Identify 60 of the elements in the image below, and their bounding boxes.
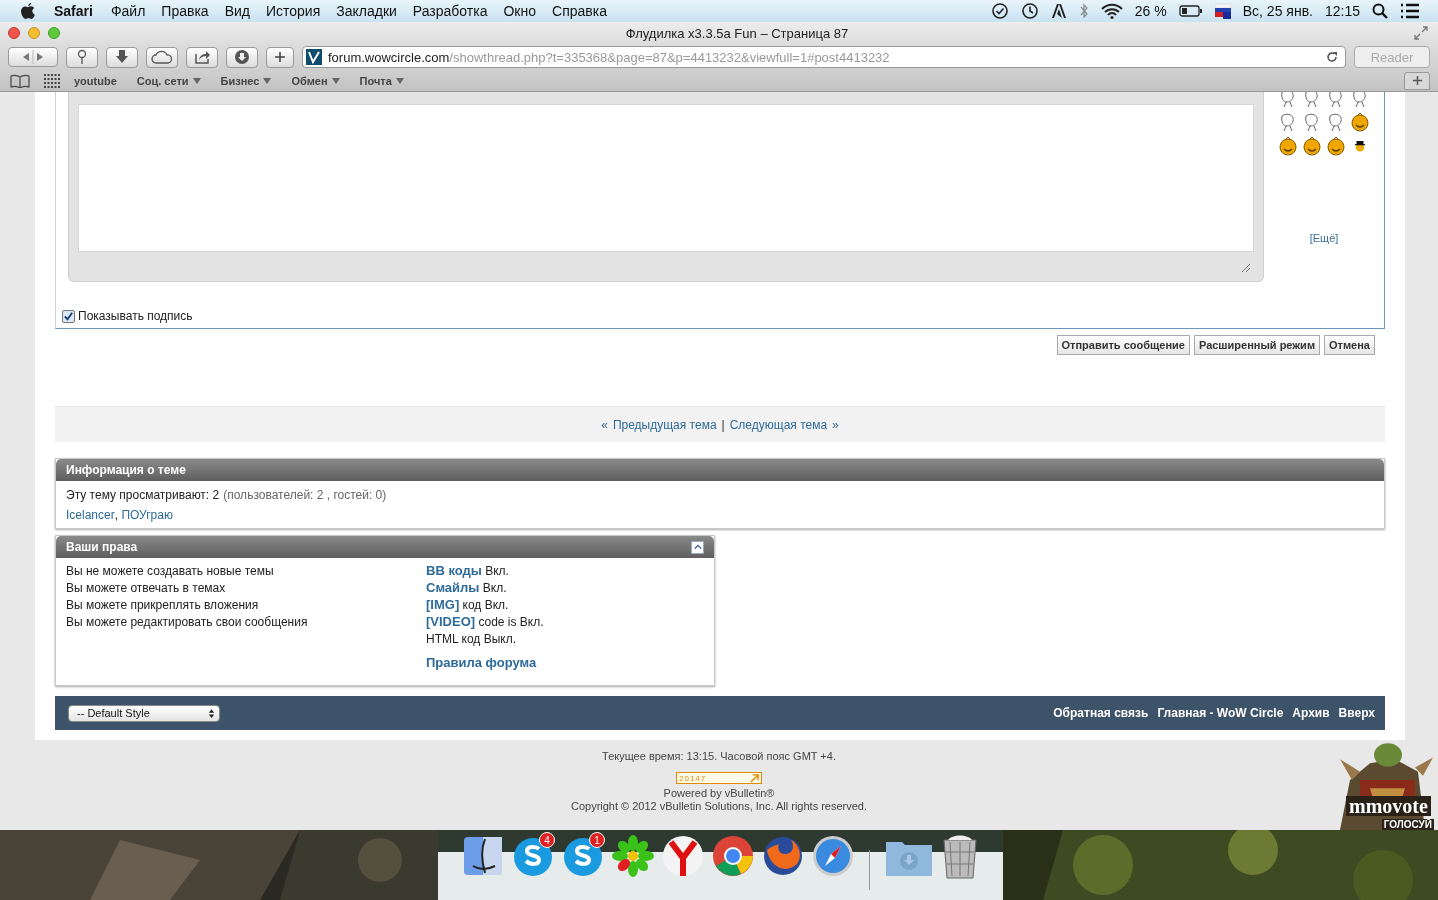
more-link[interactable]: [Ещё] [1309, 232, 1339, 244]
battery-percent: 26 % [1134, 3, 1167, 19]
bbcode-link[interactable]: [VIDEO] [426, 614, 476, 629]
style-select[interactable]: -- Default Style [68, 704, 220, 722]
user-link[interactable]: Icelancer [66, 508, 115, 522]
address-field[interactable]: forum.wowcircle.com/showthread.php?t=335368&page=87&p=4413232&viewfull=1#post4413232 [302, 46, 1346, 68]
form-button[interactable]: Отправить сообщение [1056, 335, 1190, 355]
bookmark-item[interactable]: Обмен [291, 74, 340, 87]
form-button[interactable]: Расширенный режим [1193, 335, 1321, 355]
next-thread-link[interactable]: Следующая тема [729, 417, 828, 432]
bookmark-item[interactable]: Бизнес [220, 74, 272, 87]
form-button[interactable]: Отмена [1324, 335, 1375, 355]
menu-clock[interactable]: 12:15 [1324, 3, 1360, 19]
server-time: Текущее время: 13:15. Часовой пояс GMT +4. [602, 750, 836, 763]
menu-item[interactable]: Справка [552, 3, 607, 19]
permission-text: Вы можете отвечать в темах [66, 579, 227, 596]
viewer-detail: (пользователей: 2 , гостей: 0) [223, 488, 387, 502]
menu-item[interactable]: Вид [224, 3, 250, 19]
forum-rules-link[interactable]: Правила форума [426, 655, 704, 670]
menu-item[interactable]: Файл [110, 3, 146, 19]
permission-text: Вы можете редактировать свои сообщения [66, 613, 309, 630]
setting-value: Вкл. [485, 563, 509, 578]
menu-item[interactable]: Правка [161, 3, 209, 19]
bbcode-link[interactable]: [IMG] [426, 597, 460, 612]
footer-link[interactable]: Обратная связь [1053, 706, 1149, 720]
permission-text: Вы можете прикреплять вложения [66, 596, 260, 613]
notification-badge: 1 [589, 832, 605, 848]
footer-link[interactable]: Архив [1292, 706, 1330, 720]
setting-value: HTML код Выкл. [426, 631, 517, 646]
menu-item[interactable]: История [265, 3, 321, 19]
user-link[interactable]: ПОУграю [121, 508, 173, 522]
panel-title: Информация о теме [66, 463, 186, 477]
menu-item[interactable]: Разработка [412, 3, 488, 19]
bookmark-item[interactable]: Почта [359, 74, 404, 87]
bookmark-item[interactable]: Соц. сети [136, 74, 201, 87]
bbcode-link[interactable]: Смайлы [426, 580, 480, 595]
separator: | [721, 417, 725, 432]
bbcode-link[interactable]: BB коды [426, 563, 482, 578]
signature-label: Показывать подпись [78, 309, 193, 323]
menu-item[interactable]: Safari [54, 3, 93, 19]
menu-date[interactable]: Вс, 25 янв. [1242, 3, 1313, 19]
powered-by: Powered by vBulletin® [663, 787, 775, 800]
panel-title: Ваши права [66, 540, 138, 554]
setting-value: код Вкл. [462, 597, 509, 612]
permission-text: Вы не можете создавать новые темы [66, 562, 275, 579]
prev-thread-link[interactable]: Предыдущая тема [612, 417, 717, 432]
copyright: Copyright © 2012 vBulletin Solutions, Inc. All rights reserved. [570, 800, 868, 813]
notification-badge: 4 [539, 832, 555, 848]
setting-value: Вкл. [482, 580, 507, 595]
window-title: Флудилка x3.3.5a Fun – Страница 87 [624, 25, 850, 41]
next-arrow: » [832, 417, 839, 432]
bookmark-item[interactable]: youtube [74, 74, 117, 87]
comma: , [114, 508, 119, 522]
menu-item[interactable]: Окно [503, 3, 537, 19]
footer-link[interactable]: Главная - WoW Circle [1157, 706, 1284, 720]
setting-value: code is Вкл. [478, 614, 544, 629]
footer-link[interactable]: Вверх [1338, 706, 1375, 720]
viewer-count: Эту тему просматривают: 2 [66, 488, 220, 502]
prev-arrow: « [601, 417, 608, 432]
menu-item[interactable]: Закладки [336, 3, 397, 19]
